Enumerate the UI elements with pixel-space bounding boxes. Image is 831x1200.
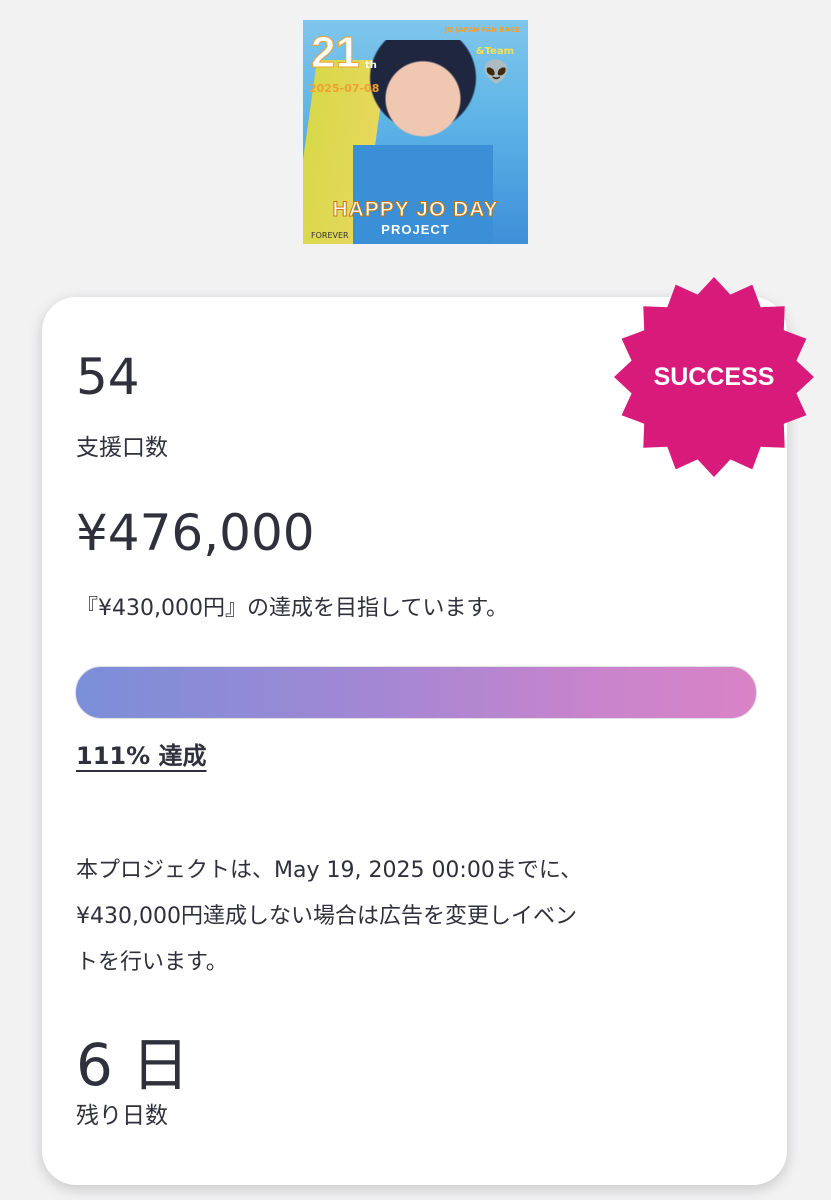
thumbnail-title: HAPPY JO DAY	[332, 198, 499, 222]
alien-icon: 👽	[482, 60, 510, 85]
thumbnail-group: &Team	[475, 46, 514, 57]
goal-text: 『¥430,000円』の達成を目指しています。	[76, 596, 509, 621]
days-remaining-label: 残り日数	[76, 1103, 168, 1129]
progress-bar	[75, 666, 757, 719]
supporters-label: 支援口数	[76, 435, 168, 461]
notice-line-1: 本プロジェクトは、May 19, 2025 00:00までに、	[76, 858, 583, 883]
success-badge-label: SUCCESS	[653, 362, 775, 391]
thumbnail-number: 21	[311, 28, 361, 78]
supporters-count: 54	[76, 348, 140, 406]
thumbnail-date: 2025-07-08	[309, 82, 380, 95]
success-badge: SUCCESS	[608, 277, 820, 477]
days-remaining: 6 日	[76, 1031, 190, 1099]
notice-line-3: トを行います。	[76, 950, 228, 975]
thumbnail-fanbase: JO JAPAN FAN BASE	[444, 26, 520, 34]
raised-amount: ¥476,000	[76, 504, 315, 562]
notice-line-2: ¥430,000円達成しない場合は広告を変更しイベン	[76, 904, 577, 929]
progress-percent-link[interactable]: 111% 達成	[76, 736, 207, 771]
thumbnail-suffix: th	[365, 60, 377, 71]
project-notice: 本プロジェクトは、May 19, 2025 00:00までに、 ¥430,000…	[76, 848, 756, 986]
thumbnail-signature: FOREVER	[311, 231, 349, 240]
project-thumbnail[interactable]: 21 th 2025-07-08 JO JAPAN FAN BASE &Team…	[303, 20, 528, 244]
